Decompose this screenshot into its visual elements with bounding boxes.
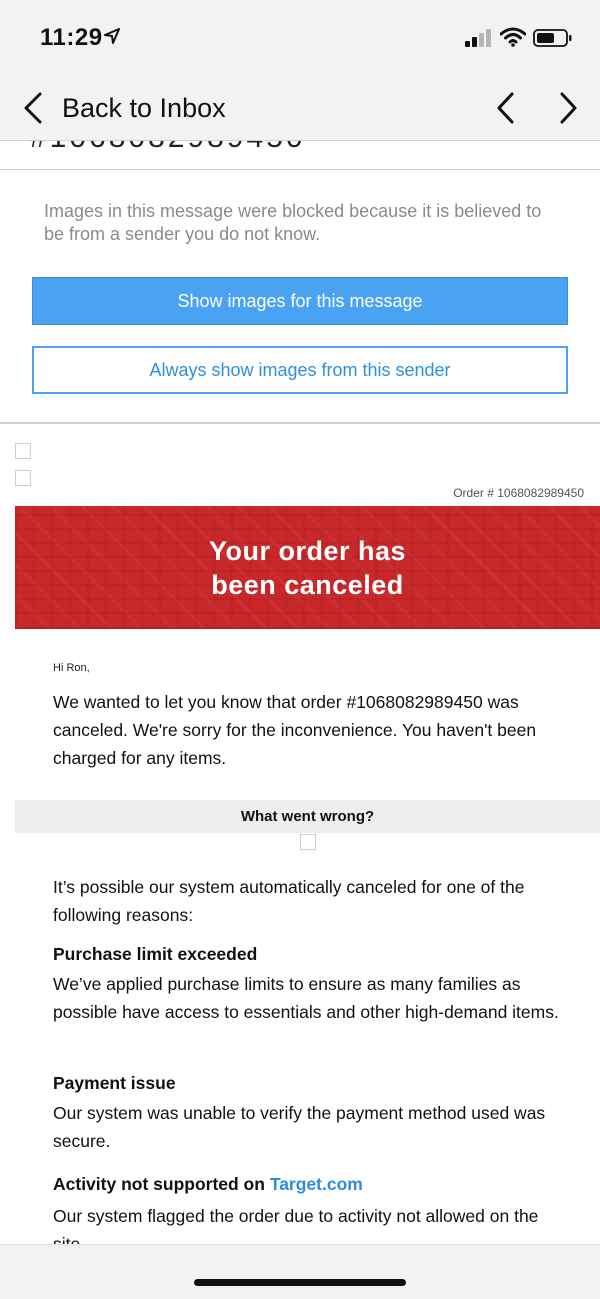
bottom-bar bbox=[0, 1244, 600, 1299]
chevron-left-icon bbox=[24, 92, 42, 124]
reasons-intro: It’s possible our system automatically c… bbox=[53, 877, 525, 925]
previous-message-button[interactable] bbox=[494, 90, 518, 126]
intro-paragraph: We wanted to let you know that order #10… bbox=[53, 692, 537, 768]
banner-title: Your order has been canceled bbox=[208, 536, 407, 600]
subject-strip: #1068082989450 bbox=[0, 141, 600, 170]
reason-body: Our system was unable to verify the paym… bbox=[53, 1103, 546, 1151]
status-time: 11:29 bbox=[40, 24, 103, 51]
order-canceled-banner: Your order has been canceled bbox=[15, 506, 600, 629]
cellular-signal-icon bbox=[465, 29, 491, 47]
location-arrow-icon bbox=[104, 28, 120, 44]
reason-title: Payment issue bbox=[53, 1073, 176, 1093]
section-title: What went wrong? bbox=[240, 808, 375, 825]
home-indicator[interactable] bbox=[194, 1279, 406, 1286]
reason-body: We’ve applied purchase limits to ensure … bbox=[53, 974, 559, 1022]
order-number: Order # 1068082989450 bbox=[453, 486, 584, 500]
greeting: Hi Ron, bbox=[53, 662, 90, 674]
image-placeholder bbox=[15, 470, 31, 486]
battery-icon bbox=[533, 29, 572, 47]
nav-bar: Back to Inbox bbox=[0, 76, 600, 141]
next-message-button[interactable] bbox=[556, 90, 580, 126]
image-placeholder bbox=[15, 443, 31, 459]
status-bar: 11:29 bbox=[0, 0, 600, 76]
always-show-images-button[interactable]: Always show images from this sender bbox=[32, 346, 568, 394]
divider bbox=[0, 422, 600, 424]
target-link[interactable]: Target.com bbox=[270, 1174, 363, 1194]
show-images-button[interactable]: Show images for this message bbox=[32, 277, 568, 325]
reason-title: Activity not supported on Target.com bbox=[53, 1174, 363, 1195]
image-placeholder bbox=[300, 834, 316, 850]
section-header: What went wrong? bbox=[15, 800, 600, 833]
back-to-inbox-button[interactable]: Back to Inbox bbox=[22, 88, 226, 128]
reason-title-text: Activity not supported on bbox=[53, 1174, 270, 1194]
back-label: Back to Inbox bbox=[62, 92, 226, 123]
wifi-icon bbox=[500, 27, 526, 47]
reason-title: Purchase limit exceeded bbox=[53, 944, 258, 964]
subject-partial: #1068082989450 bbox=[30, 141, 306, 155]
images-blocked-notice: Images in this message were blocked beca… bbox=[44, 201, 542, 244]
